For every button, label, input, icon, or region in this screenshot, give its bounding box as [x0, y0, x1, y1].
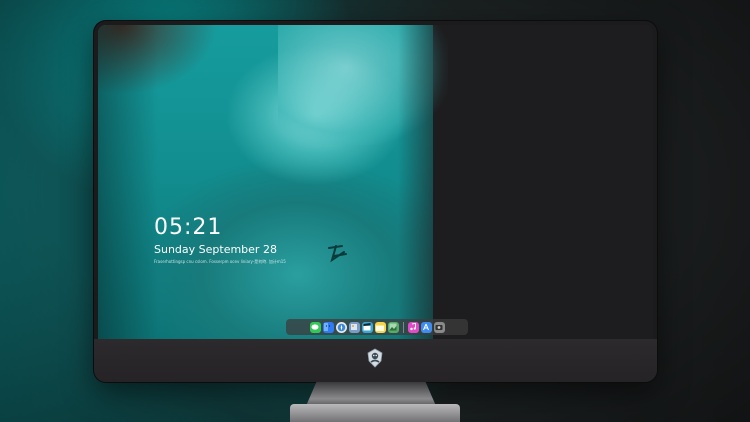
lockscreen-quote: Fraserhottingsp cnu cslom. Fosserpm ocev…: [154, 259, 286, 264]
wallpaper-shadow: [98, 25, 218, 95]
wallpaper-photo: [98, 25, 448, 339]
dock: [286, 319, 468, 335]
preview-icon[interactable]: [348, 321, 360, 333]
notes-icon[interactable]: [374, 321, 386, 333]
screen: 05:21 Sunday September 28 Fraserhottings…: [98, 25, 653, 339]
screenshot-icon[interactable]: [433, 321, 445, 333]
messages-icon[interactable]: [309, 321, 321, 333]
monitor-chin: [94, 339, 657, 382]
brand-logo-icon: [367, 348, 383, 368]
finder-icon[interactable]: [322, 321, 334, 333]
wallpaper-fade: [398, 25, 458, 339]
safari-icon[interactable]: [335, 321, 347, 333]
claquette-icon[interactable]: [361, 321, 373, 333]
lockscreen-time: 05:21: [154, 215, 223, 240]
app-store-icon[interactable]: [420, 321, 432, 333]
monitor-stand-base: [290, 404, 460, 422]
dock-separator: [402, 321, 404, 333]
shirt-logo-icon: [328, 245, 347, 263]
itunes-icon[interactable]: [407, 321, 419, 333]
photo-viewer-icon[interactable]: [387, 321, 399, 333]
lockscreen-date: Sunday September 28: [154, 243, 277, 256]
monitor: 05:21 Sunday September 28 Fraserhottings…: [94, 21, 657, 382]
monitor-stand-neck: [306, 382, 436, 406]
